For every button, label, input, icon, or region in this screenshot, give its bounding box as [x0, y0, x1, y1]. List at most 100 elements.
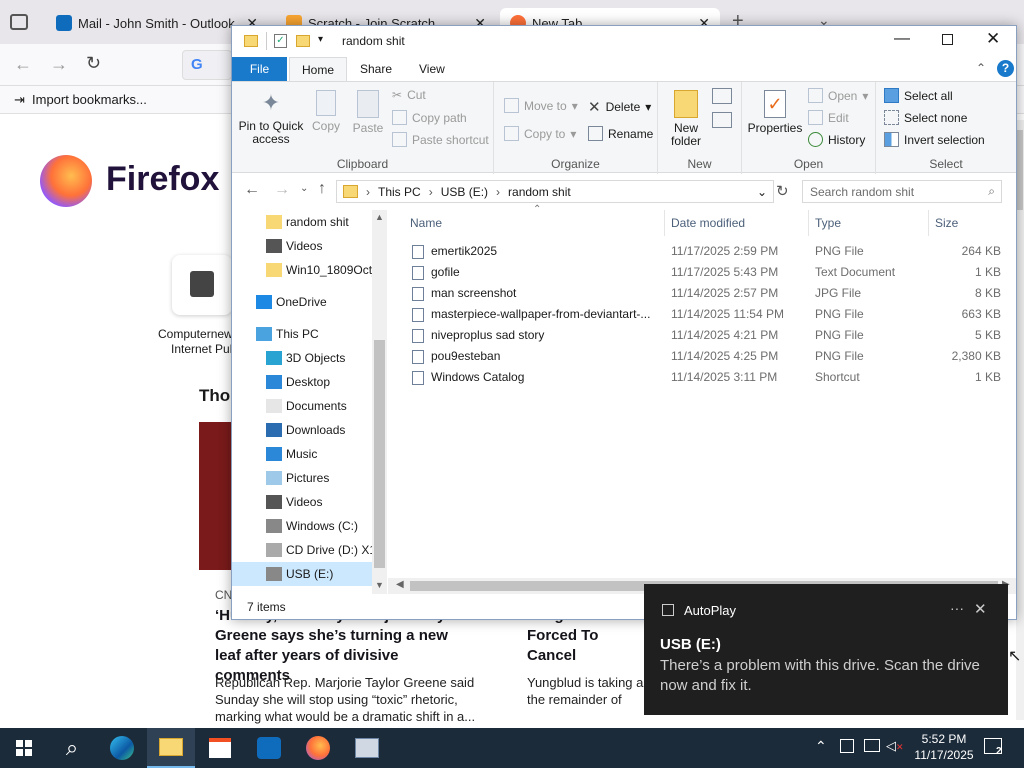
scroll-up-icon[interactable]: ▲	[375, 212, 384, 222]
paste-shortcut-button[interactable]: Paste shortcut	[392, 132, 489, 147]
start-button[interactable]	[0, 728, 48, 768]
file-row[interactable]: pou9esteban 11/14/2025 4:25 PM PNG File 2,3…	[388, 346, 1016, 367]
file-explorer-taskbar-icon[interactable]	[147, 728, 195, 768]
pin-quick-access-button[interactable]: ✦ Pin to Quick access	[238, 90, 304, 146]
breadcrumb-this-pc[interactable]: This PC	[378, 185, 421, 199]
clock[interactable]: 5:52 PM 11/17/2025	[912, 731, 976, 763]
nav-item[interactable]: USB (E:)	[232, 562, 387, 586]
column-header-name[interactable]: Name	[410, 216, 442, 230]
chevron-up-icon[interactable]: ⌃	[815, 738, 827, 755]
nav-item[interactable]: This PC	[232, 322, 387, 346]
properties-qat-icon[interactable]: ✓	[274, 34, 287, 48]
scrollbar-thumb[interactable]	[1017, 130, 1023, 210]
autoplay-notification[interactable]: AutoPlay ··· ✕ USB (E:) There’s a proble…	[644, 584, 1008, 715]
move-to-button[interactable]: Move to ▾	[504, 98, 578, 113]
nav-item[interactable]: OneDrive	[232, 290, 387, 314]
new-item-icon[interactable]	[712, 88, 732, 104]
divider[interactable]	[808, 210, 809, 236]
nav-item[interactable]: Videos	[232, 490, 387, 514]
forward-icon[interactable]: →	[50, 54, 68, 75]
tab-share[interactable]: Share	[348, 57, 404, 81]
properties-button[interactable]: ✓ Properties	[746, 90, 804, 135]
outlook-taskbar-icon[interactable]	[245, 728, 293, 768]
back-icon[interactable]: ←	[244, 181, 260, 199]
file-row[interactable]: man screenshot 11/14/2025 2:57 PM JPG File…	[388, 283, 1016, 304]
nav-item[interactable]: 3D Objects	[232, 346, 387, 370]
copy-button[interactable]: Copy	[308, 90, 344, 133]
file-row[interactable]: Windows Catalog 11/14/2025 3:11 PM Shortcu…	[388, 367, 1016, 388]
new-folder-qat-icon[interactable]	[296, 35, 310, 47]
close-icon[interactable]: ✕	[974, 600, 987, 618]
nav-item[interactable]: Desktop	[232, 370, 387, 394]
nav-item[interactable]: Music	[232, 442, 387, 466]
delete-button[interactable]: ✕ Delete ▾	[588, 98, 651, 116]
new-folder-button[interactable]: New folder	[664, 90, 708, 148]
volume-muted-icon[interactable]: ◁✕	[886, 738, 904, 754]
cut-button[interactable]: ✂ Cut	[392, 88, 426, 102]
recent-locations-icon[interactable]: ⌄	[300, 183, 308, 194]
copy-path-button[interactable]: Copy path	[392, 110, 467, 125]
qat-dropdown-icon[interactable]: ▾	[318, 34, 323, 45]
nav-scrollbar[interactable]: ▲ ▼	[372, 210, 387, 594]
up-icon[interactable]: ↑	[318, 180, 326, 198]
tab-view[interactable]: View	[407, 57, 457, 81]
close-icon[interactable]: ✕	[986, 29, 1000, 49]
more-options-icon[interactable]: ···	[950, 600, 964, 616]
chevron-down-icon[interactable]: ⌄	[757, 185, 767, 199]
nav-item[interactable]: Windows (C:)	[232, 514, 387, 538]
address-bar[interactable]: › This PC › USB (E:) › random shit ⌄	[336, 180, 774, 203]
file-row[interactable]: gofile 11/17/2025 5:43 PM Text Document 1 K…	[388, 262, 1016, 283]
nav-item[interactable]: Pictures	[232, 466, 387, 490]
reload-icon[interactable]: ↻	[86, 53, 101, 74]
nav-item[interactable]: Win10_1809Oct_	[232, 258, 387, 282]
edit-button[interactable]: Edit	[808, 110, 849, 125]
column-header-size[interactable]: Size	[935, 216, 958, 230]
history-button[interactable]: History	[808, 132, 865, 147]
usb-tray-icon[interactable]	[840, 739, 854, 753]
page-scrollbar[interactable]	[1016, 120, 1024, 720]
back-icon[interactable]: ←	[14, 54, 32, 75]
breadcrumb-usb[interactable]: USB (E:)	[441, 185, 488, 199]
nav-item[interactable]: Documents	[232, 394, 387, 418]
select-all-button[interactable]: Select all	[884, 88, 953, 103]
rename-button[interactable]: Rename	[588, 126, 653, 141]
firefox-taskbar-icon[interactable]	[294, 728, 342, 768]
forward-icon[interactable]: →	[274, 181, 290, 199]
open-button[interactable]: Open ▾	[808, 88, 868, 103]
file-row[interactable]: emertik2025 11/17/2025 2:59 PM PNG File 264…	[388, 241, 1016, 262]
help-icon[interactable]: ?	[997, 60, 1014, 77]
paste-button[interactable]: Paste	[348, 90, 388, 135]
column-header-date[interactable]: Date modified	[671, 216, 745, 230]
nav-item[interactable]: random shit	[232, 210, 387, 234]
search-box[interactable]: Search random shit ⌕	[802, 180, 1002, 203]
breadcrumb-current[interactable]: random shit	[508, 185, 571, 199]
import-bookmarks-link[interactable]: Import bookmarks...	[32, 92, 147, 107]
network-icon[interactable]	[864, 739, 880, 752]
divider[interactable]	[664, 210, 665, 236]
tab-list-icon[interactable]	[10, 14, 28, 30]
scrollbar-thumb[interactable]	[374, 340, 385, 568]
invert-selection-button[interactable]: Invert selection	[884, 132, 985, 147]
top-site-tile[interactable]	[172, 255, 232, 315]
minimize-icon[interactable]: —	[894, 30, 910, 48]
copy-to-button[interactable]: Copy to ▾	[504, 126, 576, 141]
nav-item[interactable]: Videos	[232, 234, 387, 258]
url-bar[interactable]: G	[182, 50, 232, 80]
edge-icon[interactable]	[98, 728, 146, 768]
control-panel-taskbar-icon[interactable]	[343, 728, 391, 768]
search-icon[interactable]: ⌕	[48, 728, 96, 768]
refresh-icon[interactable]: ↻	[776, 182, 789, 200]
nav-item[interactable]: CD Drive (D:) X1	[232, 538, 387, 562]
tab-file[interactable]: File	[232, 57, 287, 81]
file-row[interactable]: niveproplus sad story 11/14/2025 4:21 PM P…	[388, 325, 1016, 346]
scroll-down-icon[interactable]: ▼	[375, 580, 384, 590]
divider[interactable]	[928, 210, 929, 236]
nav-item[interactable]: Downloads	[232, 418, 387, 442]
collapse-ribbon-icon[interactable]: ⌃	[976, 61, 986, 75]
select-none-button[interactable]: Select none	[884, 110, 967, 125]
store-icon[interactable]	[196, 728, 244, 768]
tab-home[interactable]: Home	[289, 57, 348, 82]
column-header-type[interactable]: Type	[815, 216, 841, 230]
file-row[interactable]: masterpiece-wallpaper-from-deviantart-..…	[388, 304, 1016, 325]
maximize-icon[interactable]	[942, 34, 953, 45]
